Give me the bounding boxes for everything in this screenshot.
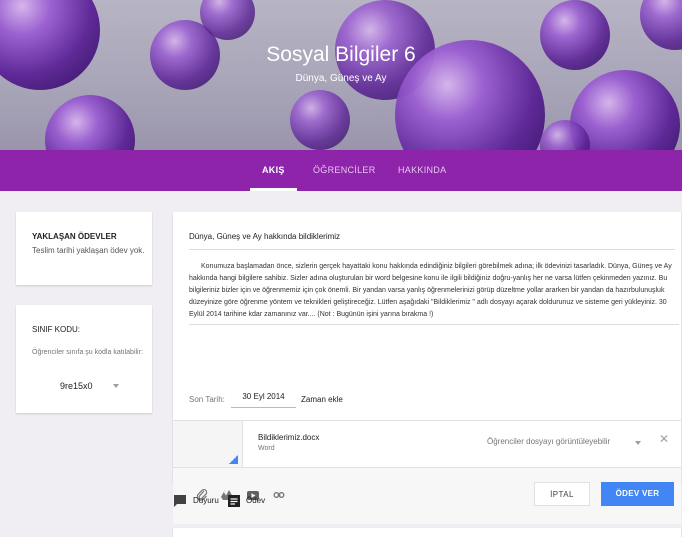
upcoming-heading: YAKLAŞAN ÖDEVLER — [32, 232, 117, 241]
upcoming-text: Teslim tarihi yaklaşan ödev yok. — [32, 246, 145, 255]
share-permission-dropdown[interactable]: Öğrenciler dosyayı görüntüleyebilir — [487, 437, 610, 446]
attachment-row: Bildiklerimiz.docx Word Öğrenciler dosya… — [173, 420, 681, 468]
announcement-icon[interactable] — [173, 494, 187, 508]
cancel-button[interactable]: İPTAL — [534, 482, 590, 506]
chevron-down-icon[interactable] — [635, 441, 641, 445]
file-thumbnail[interactable] — [173, 421, 243, 468]
assignment-title-field[interactable]: Dünya, Güneş ve Ay hakkında bildiklerimi… — [189, 232, 675, 250]
upcoming-card: YAKLAŞAN ÖDEVLER Teslim tarihi yaklaşan … — [16, 212, 152, 285]
word-badge-icon — [229, 455, 238, 464]
post-type-announcement[interactable]: Duyuru — [193, 494, 219, 508]
due-date-field[interactable]: 30 Eyl 2014 — [231, 388, 296, 408]
tab-stream[interactable]: AKIŞ — [250, 150, 297, 191]
next-post-card — [173, 528, 681, 537]
assign-button[interactable]: ÖDEV VER — [601, 482, 674, 506]
class-banner: Sosyal Bilgiler 6 Dünya, Güneş ve Ay — [0, 0, 682, 150]
assignment-composer: Dünya, Güneş ve Ay hakkında bildiklerimi… — [173, 212, 681, 524]
class-title: Sosyal Bilgiler 6 — [266, 43, 416, 66]
class-code-label: SINIF KODU: — [32, 325, 81, 334]
link-icon[interactable] — [272, 488, 286, 502]
tab-about[interactable]: HAKKINDA — [398, 150, 446, 191]
class-subtitle: Dünya, Güneş ve Ay — [295, 73, 387, 84]
post-type-assignment[interactable]: Ödev — [246, 494, 265, 508]
class-code-value[interactable]: 9re15x0 — [60, 381, 93, 391]
close-icon[interactable]: ✕ — [659, 432, 669, 446]
assignment-body-field[interactable]: Konumuza başlamadan önce, sizlerin gerçe… — [189, 261, 679, 325]
attachment-type: Word — [258, 445, 275, 452]
attachment-name[interactable]: Bildiklerimiz.docx — [258, 433, 319, 442]
assignment-icon[interactable] — [227, 494, 241, 508]
class-code-hint: Öğrenciler sınıfa şu kodla katılabilir: — [32, 349, 143, 356]
banner-sphere — [45, 95, 135, 150]
banner-sphere — [290, 90, 350, 150]
due-date-label: Son Tarih: — [189, 395, 225, 404]
chevron-down-icon[interactable] — [113, 384, 119, 388]
add-time-link[interactable]: Zaman ekle — [301, 395, 343, 404]
class-code-card: SINIF KODU: Öğrenciler sınıfa şu kodla k… — [16, 305, 152, 413]
tab-bar: AKIŞ ÖĞRENCİLER HAKKINDA — [0, 150, 682, 191]
tab-students[interactable]: ÖĞRENCİLER — [313, 150, 376, 191]
